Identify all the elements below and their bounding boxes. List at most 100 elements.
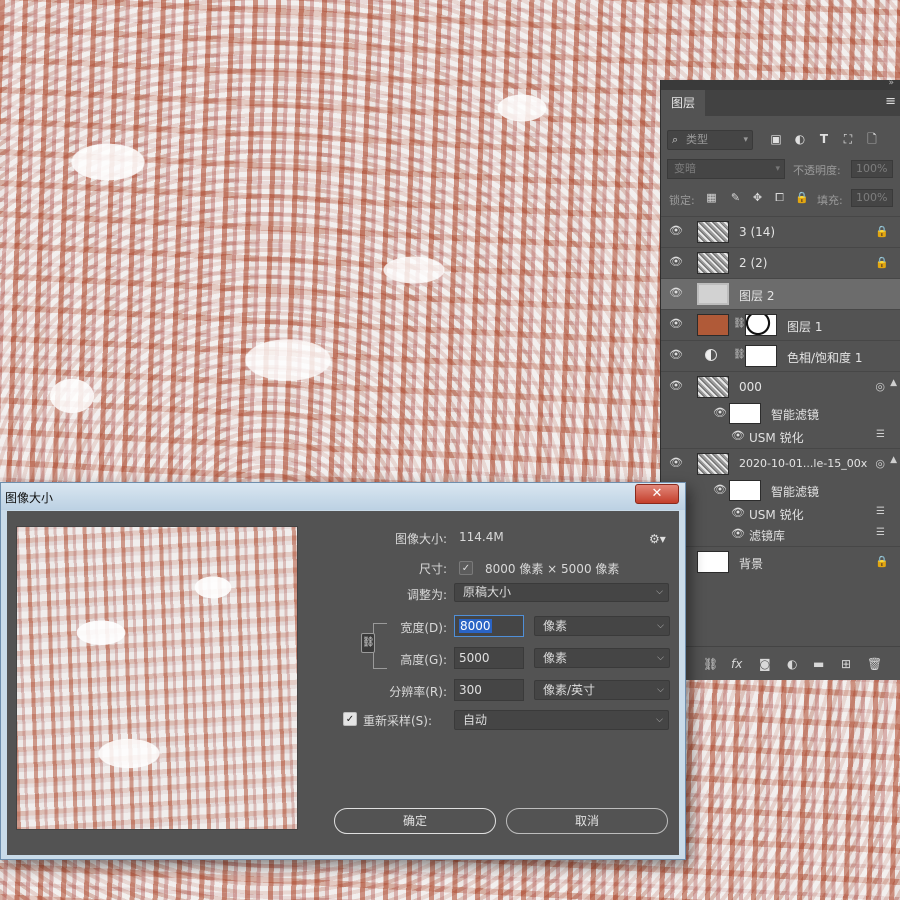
collapse-arrow-icon[interactable]: ▲ xyxy=(890,455,897,465)
filter-options-icon[interactable]: ☰ xyxy=(876,506,885,517)
lock-artboard-icon[interactable]: ⧠ xyxy=(773,191,786,204)
resample-label: 重新采样(S): xyxy=(363,714,433,728)
panel-menu-icon[interactable]: ≡ xyxy=(885,94,896,109)
smart-object-filter-icon[interactable]: 🗋 xyxy=(865,132,879,146)
eye-icon[interactable]: 👁 xyxy=(669,287,683,299)
layer-row[interactable]: 👁 ⛓ 色相/饱和度 1 xyxy=(661,340,900,371)
filter-row[interactable]: 👁 USM 锐化 ☰ xyxy=(661,426,900,447)
layer-kind-filter[interactable]: ⌕ 类型 ▾ xyxy=(667,130,753,150)
link-layers-icon[interactable]: ⛓ xyxy=(703,657,718,671)
shape-layer-filter-icon[interactable]: ⛶ xyxy=(841,132,855,146)
layer-row[interactable]: 👁 2 (2) 🔒 xyxy=(661,247,900,278)
pixel-layer-filter-icon[interactable]: ▣ xyxy=(769,132,783,146)
ok-button[interactable]: 确定 xyxy=(334,808,496,834)
chevron-down-icon: ⌵ xyxy=(656,587,663,597)
adjustment-layer-filter-icon[interactable]: ◐ xyxy=(793,132,807,146)
resample-method-select[interactable]: 自动 ⌵ xyxy=(454,710,669,730)
eye-icon[interactable]: 👁 xyxy=(731,507,745,519)
layer-row[interactable]: 👁 3 (14) 🔒 xyxy=(661,216,900,247)
smart-filter-row[interactable]: 👁 智能滤镜 xyxy=(661,479,900,503)
layer-mask-thumbnail[interactable] xyxy=(745,345,777,367)
resolution-field[interactable]: 300 xyxy=(454,679,524,701)
resolution-unit-select[interactable]: 像素/英寸 ⌵ xyxy=(534,680,670,700)
filter-name: USM 锐化 xyxy=(749,431,804,445)
fx-icon[interactable]: fx xyxy=(731,657,742,671)
smart-filter-mask-thumbnail[interactable] xyxy=(729,403,761,424)
filter-row[interactable]: 👁 滤镜库 ☰ xyxy=(661,524,900,545)
close-button[interactable]: ✕ xyxy=(635,484,679,504)
eye-icon[interactable]: 👁 xyxy=(731,528,745,540)
lock-position-move-icon[interactable]: ✥ xyxy=(751,191,764,204)
cancel-button[interactable]: 取消 xyxy=(506,808,668,834)
layer-name: 3 (14) xyxy=(739,225,776,239)
filter-row[interactable]: 👁 USM 锐化 ☰ xyxy=(661,503,900,524)
layer-row[interactable]: 👁 2020-10-01...le-15_00x ◎ ▲ xyxy=(661,448,900,479)
layer-row[interactable]: 👁 ⛓ 图层 1 xyxy=(661,309,900,340)
image-preview[interactable] xyxy=(16,526,298,830)
add-mask-icon[interactable]: ◙ xyxy=(759,657,771,671)
eye-icon[interactable]: 👁 xyxy=(669,256,683,268)
link-icon: ⛓ xyxy=(733,318,746,329)
resolution-label: 分辨率(R): xyxy=(389,685,447,699)
layer-mask-thumbnail[interactable] xyxy=(745,314,777,336)
dialog-title-bar[interactable]: 图像大小 ✕ xyxy=(1,483,685,510)
eye-icon[interactable]: 👁 xyxy=(669,349,683,361)
new-layer-icon[interactable]: ⊞ xyxy=(841,657,851,671)
trash-icon[interactable]: 🗑 xyxy=(867,657,882,671)
collapse-icon[interactable]: » xyxy=(888,78,894,88)
smart-filter-row[interactable]: 👁 智能滤镜 xyxy=(661,402,900,426)
height-field[interactable]: 5000 xyxy=(454,647,524,669)
eye-icon[interactable]: 👁 xyxy=(669,457,683,469)
filter-options-icon[interactable]: ☰ xyxy=(876,527,885,538)
layer-thumbnail xyxy=(697,453,729,475)
collapse-arrow-icon[interactable]: ▲ xyxy=(890,378,897,388)
smart-filter-mask-thumbnail[interactable] xyxy=(729,480,761,501)
lock-transparent-icon[interactable]: ▦ xyxy=(705,191,718,204)
resample-method-value: 自动 xyxy=(463,713,488,727)
lock-image-brush-icon[interactable]: ✎ xyxy=(729,191,742,204)
blend-mode-select[interactable]: 变暗 ▾ xyxy=(667,159,785,179)
fill-label: 填充: xyxy=(817,194,843,207)
height-unit-select[interactable]: 像素 ⌵ xyxy=(534,648,670,668)
fill-field[interactable]: 100% xyxy=(851,189,893,207)
width-field[interactable]: 8000 xyxy=(454,615,524,637)
constrain-proportions-link-icon[interactable]: ⛓ xyxy=(361,633,375,653)
dimensions-label: 尺寸: xyxy=(418,562,447,576)
layer-name: 图层 1 xyxy=(787,320,823,334)
opacity-field[interactable]: 100% xyxy=(851,160,893,178)
eye-icon[interactable]: 👁 xyxy=(731,430,745,442)
resample-checkbox[interactable]: ✓ xyxy=(343,712,357,726)
dialog-body: 图像大小: 114.4M ⚙▾ 尺寸: ✓ 8000 像素 × 5000 像素 … xyxy=(7,511,679,855)
type-layer-filter-icon[interactable]: T xyxy=(817,132,831,146)
eye-icon[interactable]: 👁 xyxy=(713,484,727,496)
chevron-down-icon: ⌵ xyxy=(657,685,664,695)
layer-thumbnail xyxy=(697,221,729,243)
resolution-unit-value: 像素/英寸 xyxy=(543,683,596,697)
fit-to-label: 调整为: xyxy=(406,588,447,602)
chevron-down-icon: ⌵ xyxy=(656,715,663,725)
gear-icon[interactable]: ⚙▾ xyxy=(649,532,666,546)
eye-icon[interactable]: 👁 xyxy=(669,380,683,392)
adjustment-layer-icon[interactable]: ◐ xyxy=(787,657,797,671)
height-unit-value: 像素 xyxy=(543,651,568,665)
adjustment-layer-icon xyxy=(705,349,717,361)
layer-row[interactable]: 👁 000 ◎ ▲ xyxy=(661,371,900,402)
layer-row-selected[interactable]: 👁 图层 2 xyxy=(661,278,900,309)
folder-icon[interactable]: ▬ xyxy=(813,657,824,671)
eye-icon[interactable]: 👁 xyxy=(669,318,683,330)
opacity-label: 不透明度: xyxy=(793,164,841,177)
eye-icon[interactable]: 👁 xyxy=(713,407,727,419)
lock-all-icon[interactable]: 🔒 xyxy=(795,191,809,204)
layer-name: 000 xyxy=(739,380,762,394)
width-unit-select[interactable]: 像素 ⌵ xyxy=(534,616,670,636)
chevron-down-icon: ▾ xyxy=(743,135,748,145)
image-size-label: 图像大小: xyxy=(394,532,447,546)
eye-icon[interactable]: 👁 xyxy=(669,225,683,237)
fit-to-select[interactable]: 原稿大小 ⌵ xyxy=(454,583,669,602)
dimensions-unit-toggle[interactable]: ✓ xyxy=(459,561,473,575)
tab-layers[interactable]: 图层 xyxy=(661,90,705,116)
filter-options-icon[interactable]: ☰ xyxy=(876,429,885,440)
lock-row: 锁定: ▦ ✎ ✥ ⧠ 🔒 填充: 100% xyxy=(661,186,900,210)
layer-row[interactable]: 背景 🔒 xyxy=(661,546,900,577)
dimensions-value: 8000 像素 × 5000 像素 xyxy=(485,562,620,576)
